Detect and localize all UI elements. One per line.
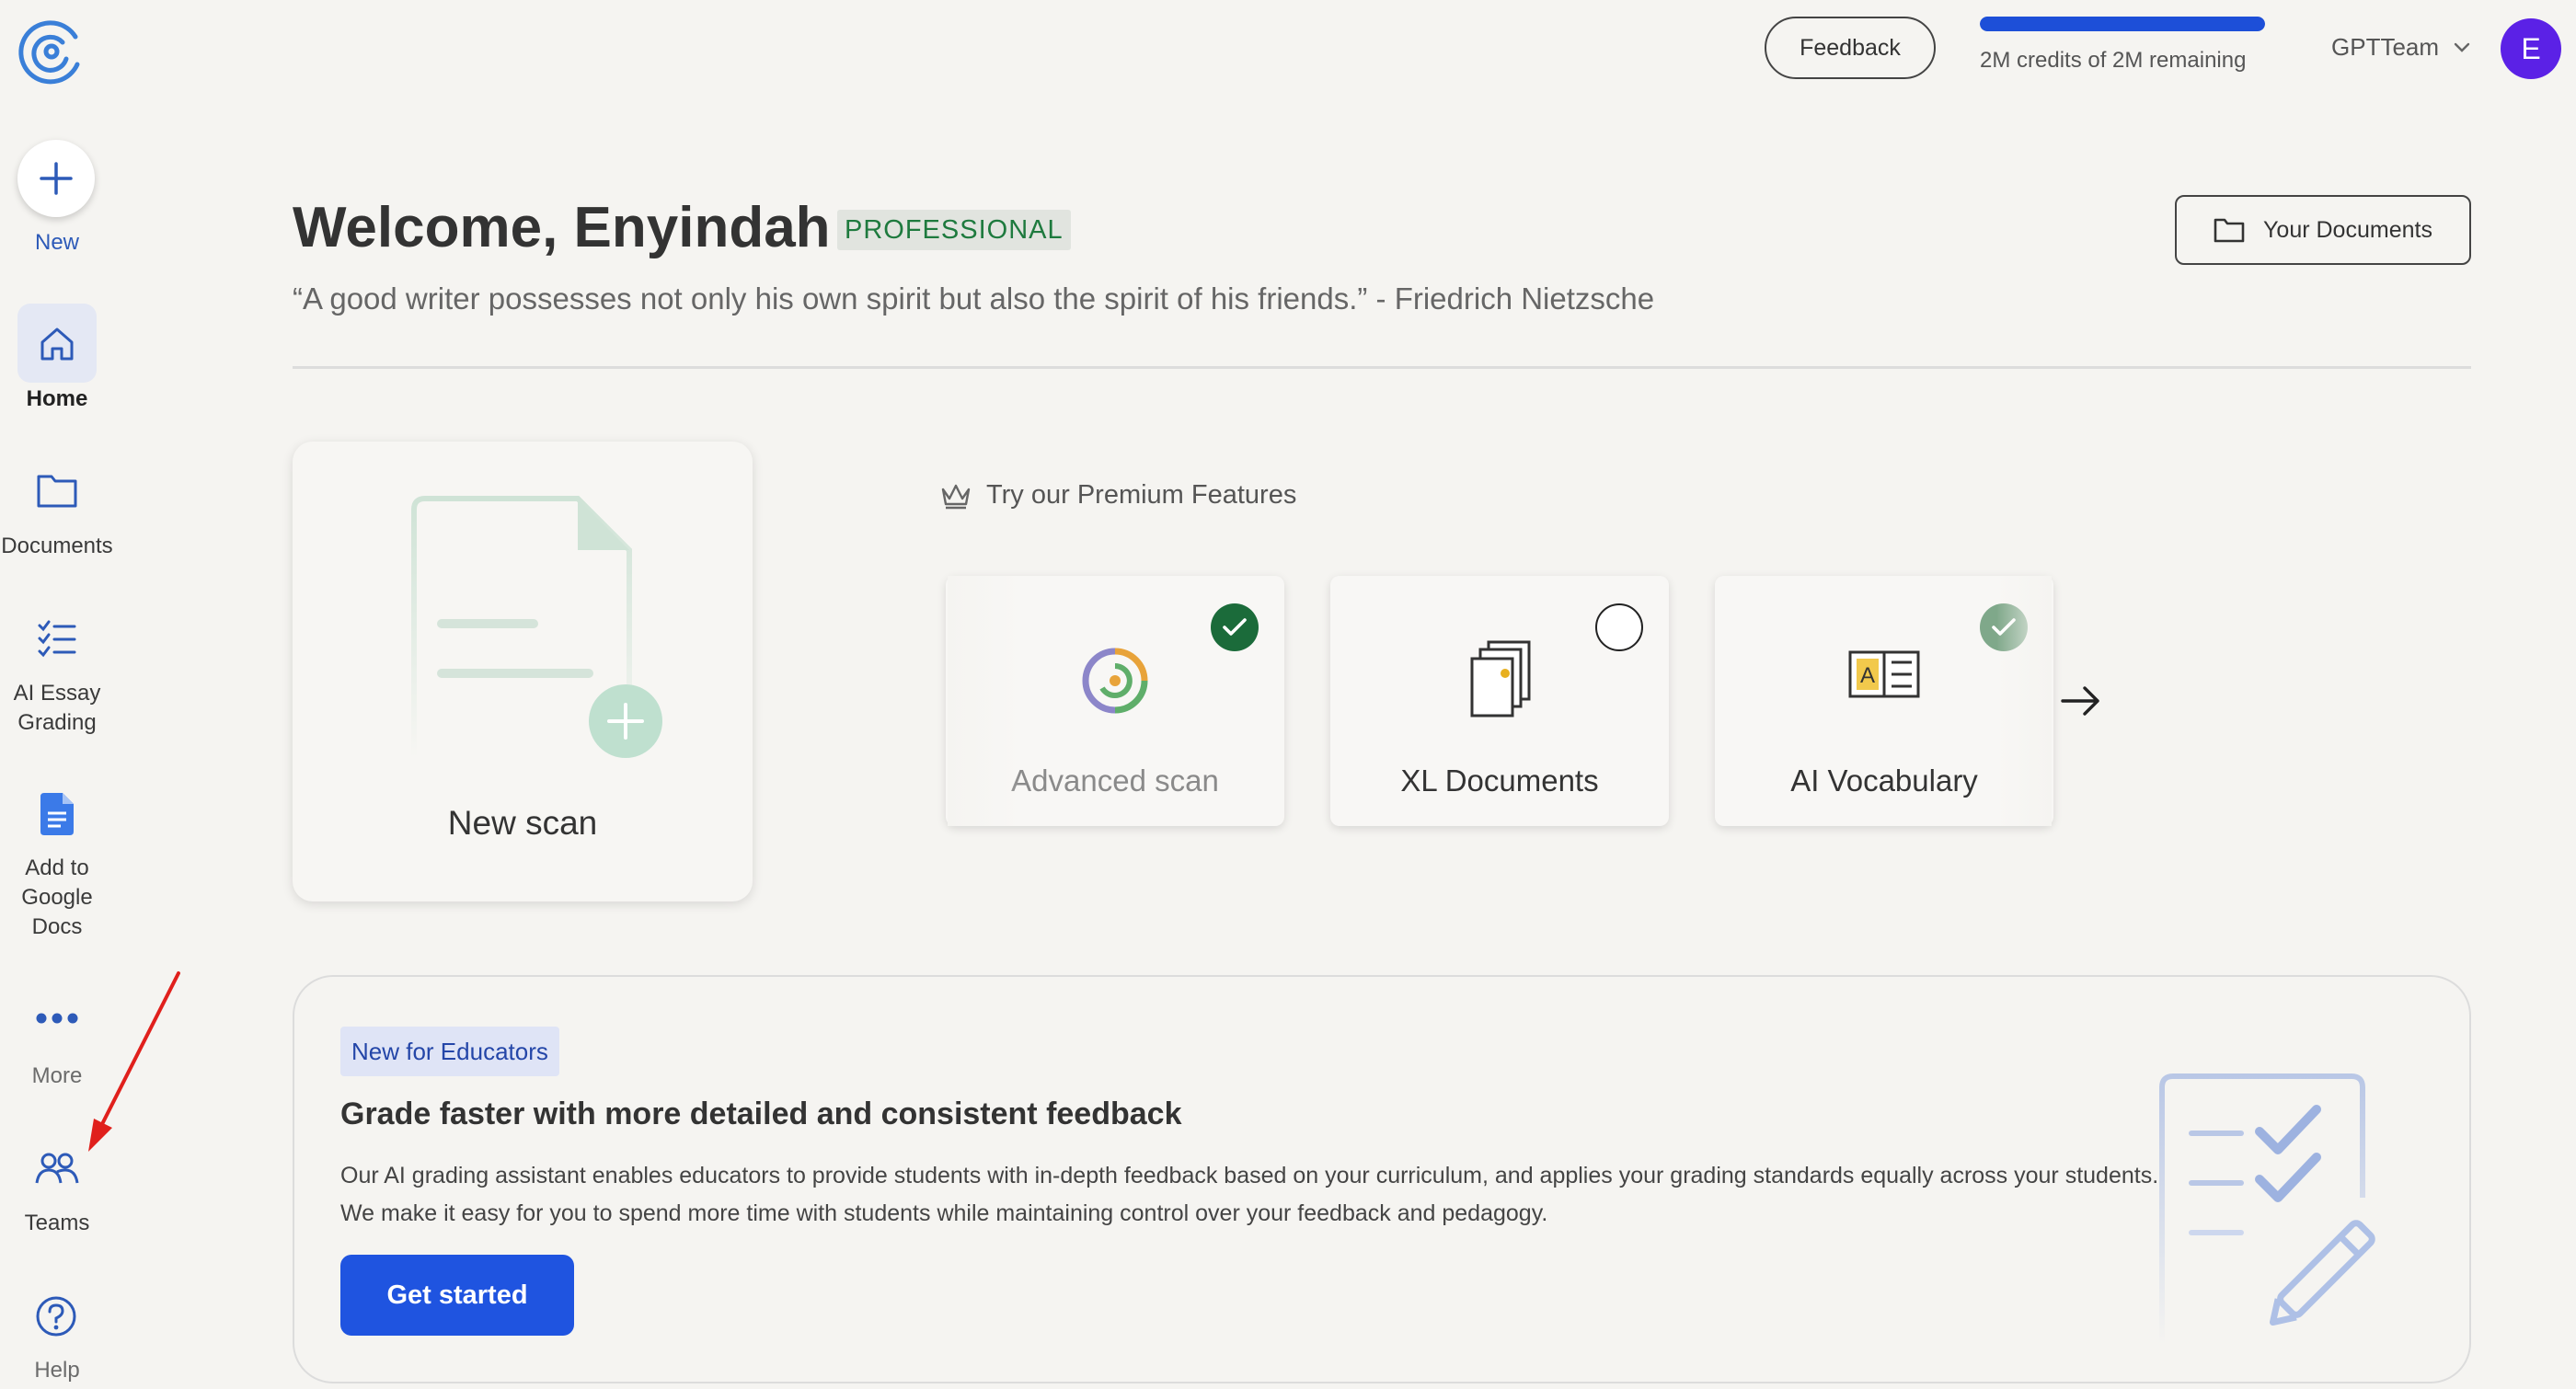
sidebar-item-ai-essay-grading[interactable]: AI Essay Grading: [0, 679, 114, 738]
get-started-button[interactable]: Get started: [340, 1255, 574, 1336]
more-dots-icon[interactable]: [35, 1012, 79, 1025]
chevron-down-icon: [2454, 42, 2470, 52]
feature-name: XL Documents: [1400, 763, 1599, 798]
educators-title: Grade faster with more detailed and cons…: [340, 1096, 1182, 1131]
premium-title-text: Try our Premium Features: [986, 480, 1297, 510]
premium-features-title: Try our Premium Features: [940, 480, 1296, 511]
header-divider: [293, 366, 2471, 369]
new-scan-label: New scan: [447, 804, 598, 842]
app-logo[interactable]: [17, 17, 86, 86]
teams-icon[interactable]: [35, 1150, 79, 1188]
your-documents-label: Your Documents: [2263, 216, 2432, 243]
help-icon[interactable]: [35, 1295, 77, 1337]
sidebar-item-more[interactable]: More: [0, 1062, 114, 1091]
svg-text:A: A: [1860, 663, 1875, 688]
home-icon: [37, 324, 77, 364]
carousel-next-arrow-icon[interactable]: [2059, 683, 2103, 724]
welcome-quote: “A good writer possesses not only his ow…: [293, 281, 1655, 316]
sidebar-item-documents[interactable]: Documents: [0, 532, 114, 561]
plan-badge: PROFESSIONAL: [837, 210, 1071, 250]
carousel-fade-right: [1996, 576, 2052, 826]
avatar[interactable]: E: [2501, 18, 2561, 79]
checked-icon[interactable]: [1211, 603, 1259, 651]
sidebar-item-teams[interactable]: Teams: [0, 1209, 114, 1238]
stacked-documents-icon: [1463, 637, 1536, 729]
credits-progress-bar: [1980, 17, 2265, 31]
new-for-educators-badge: New for Educators: [340, 1027, 559, 1076]
folder-icon: [2214, 218, 2245, 243]
educators-description: Our AI grading assistant enables educato…: [340, 1163, 2159, 1226]
plus-icon: [40, 162, 73, 195]
sidebar-item-label: Home: [26, 386, 88, 411]
educators-panel: New for Educators Grade faster with more…: [293, 975, 2471, 1383]
new-label: New: [34, 230, 79, 255]
team-selector[interactable]: GPTTeam: [2331, 33, 2470, 62]
feedback-button[interactable]: Feedback: [1765, 17, 1936, 79]
page-title: Welcome, Enyindah: [293, 196, 831, 259]
google-docs-icon[interactable]: [40, 793, 74, 835]
team-name: GPTTeam: [2331, 33, 2440, 61]
feature-card-xl-documents[interactable]: XL Documents: [1330, 576, 1669, 826]
crown-icon: [941, 484, 971, 509]
folder-icon[interactable]: [35, 471, 79, 510]
carousel-fade-left: [948, 576, 1021, 826]
advanced-scan-icon: [1080, 646, 1150, 720]
sidebar: New Home Documents AI Essay Grading Add …: [0, 0, 114, 1389]
new-document-icon: [411, 496, 662, 761]
credits-progress-fill: [1980, 17, 2265, 31]
vocabulary-book-icon: A: [1847, 649, 1921, 706]
sidebar-item-help[interactable]: Help: [0, 1356, 114, 1385]
checklist-icon[interactable]: [37, 618, 77, 659]
your-documents-button[interactable]: Your Documents: [2175, 195, 2471, 265]
credits-text: 2M credits of 2M remaining: [1980, 48, 2247, 73]
grading-checklist-illustration-icon: [2149, 1069, 2407, 1349]
unchecked-circle-icon[interactable]: [1595, 603, 1643, 651]
sidebar-item-google-docs[interactable]: Add to Google Docs: [0, 854, 114, 942]
new-button[interactable]: [17, 140, 95, 217]
